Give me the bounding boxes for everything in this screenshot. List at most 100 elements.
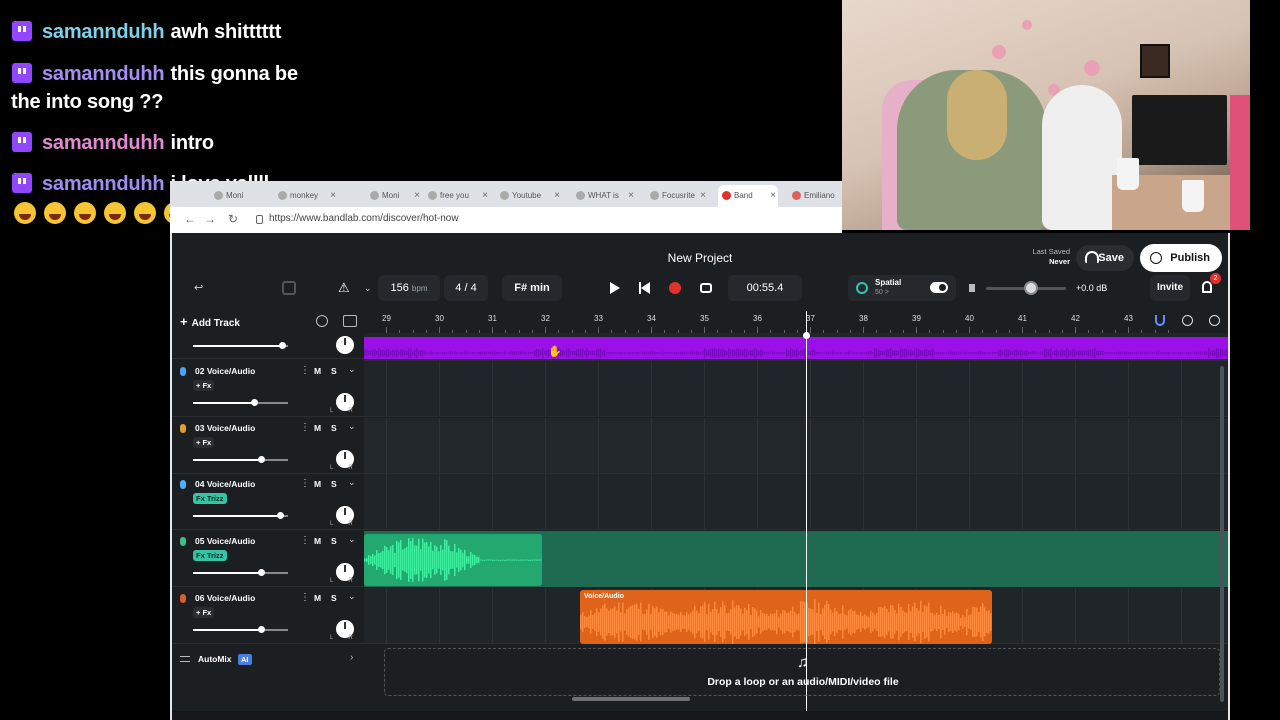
record-icon[interactable] bbox=[669, 282, 681, 294]
track-lane[interactable] bbox=[364, 418, 1228, 474]
invite-button[interactable]: Invite bbox=[1150, 275, 1190, 301]
chevron-right-icon[interactable]: › bbox=[350, 652, 353, 663]
track-lane[interactable] bbox=[364, 361, 1228, 417]
fx-button[interactable]: + Fx bbox=[193, 437, 215, 448]
pan-knob[interactable] bbox=[336, 336, 354, 354]
volume-knob[interactable] bbox=[251, 399, 258, 406]
chevron-down-icon[interactable]: ⌄ bbox=[348, 534, 356, 545]
chevron-down-icon[interactable]: ⌄ bbox=[348, 591, 356, 602]
settings-sliders-icon[interactable] bbox=[343, 315, 357, 327]
fx-button[interactable]: + Fx bbox=[193, 380, 215, 391]
chevron-down-icon[interactable]: ⌄ bbox=[348, 364, 356, 375]
track-name[interactable]: 04 Voice/Audio bbox=[195, 479, 255, 489]
solo-button[interactable]: S bbox=[331, 479, 337, 489]
snap-magnet-icon[interactable] bbox=[1155, 315, 1165, 326]
microphone-icon[interactable] bbox=[180, 367, 186, 376]
browser-tab[interactable]: free you × bbox=[424, 185, 490, 207]
microphone-icon[interactable] bbox=[180, 480, 186, 489]
audio-clip-orange[interactable]: Voice/Audio bbox=[580, 590, 992, 644]
mute-button[interactable]: M bbox=[314, 479, 321, 489]
browser-tab[interactable]: monkey × bbox=[274, 185, 338, 207]
close-icon[interactable]: × bbox=[482, 185, 488, 207]
volume-knob[interactable] bbox=[279, 342, 286, 349]
fx-button[interactable]: + Fx bbox=[193, 607, 215, 618]
more-options-icon[interactable]: ⋮ bbox=[300, 478, 310, 489]
time-signature-field[interactable]: 4 / 4 bbox=[444, 275, 488, 301]
track-volume-slider[interactable] bbox=[193, 626, 288, 633]
close-icon[interactable]: × bbox=[700, 185, 706, 207]
horizontal-scrollbar[interactable] bbox=[572, 697, 690, 701]
zoom-out-icon[interactable] bbox=[1182, 315, 1193, 326]
solo-button[interactable]: S bbox=[331, 423, 337, 433]
close-icon[interactable]: × bbox=[554, 185, 560, 207]
back-icon[interactable]: ↩ bbox=[194, 275, 203, 301]
timeline-ruler[interactable]: 29 30 31 32 33 34 35 36 37 38 39 40 41 42 43 bbox=[364, 311, 1228, 333]
mute-button[interactable]: M bbox=[314, 536, 321, 546]
bell-icon[interactable] bbox=[1202, 281, 1212, 293]
url-text[interactable]: https://www.bandlab.com/discover/hot-now bbox=[269, 213, 459, 224]
master-volume-knob[interactable] bbox=[1024, 281, 1038, 295]
automix-row[interactable]: AutoMix AI › bbox=[172, 647, 364, 673]
track-name[interactable]: 05 Voice/Audio bbox=[195, 536, 255, 546]
playhead-handle[interactable] bbox=[803, 332, 810, 339]
track-lane[interactable] bbox=[364, 474, 1228, 530]
drop-zone[interactable]: ♫ Drop a loop or an audio/MIDI/video fil… bbox=[384, 648, 1220, 696]
browser-tab[interactable]: Focusrite × bbox=[646, 185, 708, 207]
metronome-icon[interactable]: ⚠ bbox=[338, 275, 350, 301]
play-icon[interactable] bbox=[610, 282, 620, 294]
reload-icon[interactable]: ↻ bbox=[228, 212, 238, 226]
microphone-icon[interactable] bbox=[180, 424, 186, 433]
browser-tab[interactable]: Moni × bbox=[366, 185, 422, 207]
skip-back-icon[interactable] bbox=[639, 282, 651, 294]
mute-button[interactable]: M bbox=[314, 366, 321, 376]
track-volume-slider[interactable] bbox=[193, 342, 288, 349]
more-options-icon[interactable]: ⋮ bbox=[300, 592, 310, 603]
loop-icon[interactable] bbox=[700, 283, 712, 293]
mute-button[interactable]: M bbox=[314, 593, 321, 603]
pencil-tool-icon[interactable] bbox=[316, 315, 328, 327]
close-icon[interactable]: × bbox=[330, 185, 336, 207]
save-button[interactable]: Save bbox=[1076, 245, 1134, 271]
mute-button[interactable]: M bbox=[314, 423, 321, 433]
track-name[interactable]: 02 Voice/Audio bbox=[195, 366, 255, 376]
solo-button[interactable]: S bbox=[331, 593, 337, 603]
solo-button[interactable]: S bbox=[331, 366, 337, 376]
track-name[interactable]: 06 Voice/Audio bbox=[195, 593, 255, 603]
bpm-field[interactable]: 156 bpm bbox=[378, 275, 440, 301]
publish-button[interactable]: Publish bbox=[1140, 244, 1222, 272]
close-icon[interactable]: × bbox=[628, 185, 634, 207]
spatial-toggle[interactable]: Spatial 50 > bbox=[848, 275, 956, 301]
browser-tab[interactable]: WHAT is × bbox=[572, 185, 636, 207]
site-info-icon[interactable] bbox=[256, 215, 263, 224]
chevron-down-icon[interactable]: ⌄ bbox=[348, 477, 356, 488]
track-volume-slider[interactable] bbox=[193, 399, 288, 406]
close-icon[interactable]: × bbox=[770, 185, 776, 207]
toggle-switch[interactable] bbox=[930, 282, 948, 293]
fx-button[interactable]: Fx Trizz bbox=[193, 550, 227, 561]
add-track-button[interactable]: + Add Track bbox=[180, 313, 240, 331]
browser-tab[interactable]: Youtube × bbox=[496, 185, 562, 207]
back-arrow-icon[interactable]: ← bbox=[184, 212, 196, 226]
zoom-in-icon[interactable] bbox=[1209, 315, 1220, 326]
close-icon[interactable]: × bbox=[414, 185, 420, 207]
browser-tab-active[interactable]: Band × bbox=[718, 185, 778, 207]
key-field[interactable]: F# min bbox=[502, 275, 562, 301]
track-name[interactable]: 03 Voice/Audio bbox=[195, 423, 255, 433]
more-options-icon[interactable]: ⋮ bbox=[300, 422, 310, 433]
track-volume-slider[interactable] bbox=[193, 512, 288, 519]
more-options-icon[interactable]: ⋮ bbox=[300, 365, 310, 376]
browser-tab[interactable]: Moni bbox=[210, 185, 272, 207]
volume-knob[interactable] bbox=[258, 569, 265, 576]
microphone-icon[interactable] bbox=[180, 594, 186, 603]
forward-arrow-icon[interactable]: → bbox=[204, 212, 216, 226]
chevron-down-icon[interactable]: ⌄ bbox=[348, 421, 356, 432]
more-options-icon[interactable]: ⋮ bbox=[300, 535, 310, 546]
volume-knob[interactable] bbox=[277, 512, 284, 519]
solo-button[interactable]: S bbox=[331, 536, 337, 546]
speaker-icon[interactable] bbox=[969, 284, 975, 292]
track-volume-slider[interactable] bbox=[193, 569, 288, 576]
volume-knob[interactable] bbox=[258, 456, 265, 463]
fx-button[interactable]: Fx Trizz bbox=[193, 493, 227, 504]
browser-tab[interactable]: Emiliano bbox=[788, 185, 842, 207]
metronome-placeholder-icon[interactable] bbox=[282, 281, 296, 295]
